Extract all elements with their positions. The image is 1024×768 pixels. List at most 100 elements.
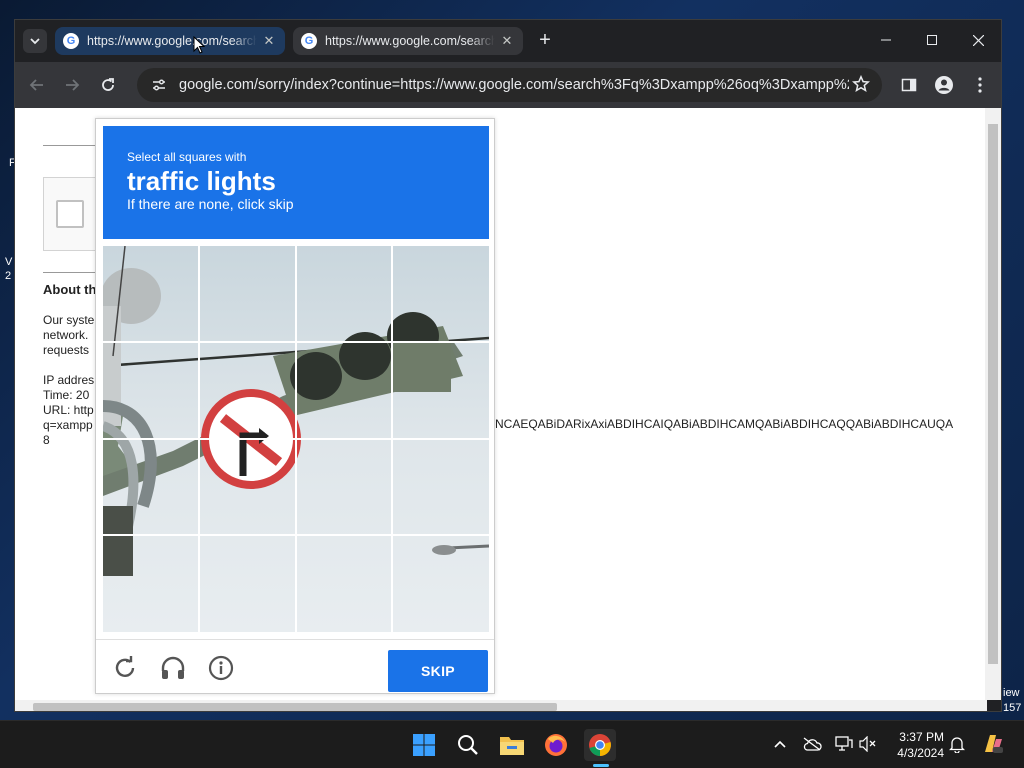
copilot-button[interactable] <box>980 731 1006 757</box>
active-app-indicator <box>593 764 609 767</box>
close-icon[interactable]: ✕ <box>261 33 277 49</box>
reload-icon <box>102 78 114 91</box>
challenge-image-grid[interactable] <box>103 246 489 632</box>
url-continuation: q=xampp <box>43 418 93 432</box>
recaptcha-checkbox[interactable] <box>56 200 84 228</box>
network-icon <box>835 736 853 751</box>
menu-button[interactable] <box>966 71 994 99</box>
network-tray[interactable] <box>833 733 855 755</box>
ip-address-label: IP addres <box>43 373 95 387</box>
copilot-icon <box>985 735 1003 753</box>
onedrive-tray[interactable] <box>801 733 823 755</box>
divider <box>43 272 103 273</box>
volume-muted-icon <box>859 736 876 752</box>
scrollbar-thumb[interactable] <box>988 124 998 664</box>
info-icon <box>208 655 234 681</box>
divider <box>43 145 103 146</box>
bookmark-star-icon[interactable] <box>851 74 871 98</box>
file-explorer-button[interactable] <box>496 729 528 761</box>
instruction-target: traffic lights <box>127 166 276 196</box>
site-info-icon[interactable] <box>149 75 169 95</box>
recaptcha-challenge: Select all squares with traffic lights I… <box>95 118 495 694</box>
close-window-button[interactable] <box>955 26 1001 54</box>
mouse-cursor-icon <box>193 36 205 54</box>
address-bar[interactable]: google.com/sorry/index?continue=https://… <box>137 68 882 102</box>
page-paragraph-line: network. <box>43 328 89 342</box>
maximize-icon <box>927 35 937 45</box>
back-button[interactable] <box>23 71 51 99</box>
challenge-footer: SKIP <box>96 639 494 695</box>
page-heading: About th <box>43 282 97 297</box>
grid-line <box>103 534 489 536</box>
show-hidden-icons-button[interactable] <box>769 733 791 755</box>
google-g-icon: G <box>63 33 79 49</box>
bell-icon <box>949 737 965 753</box>
minimize-button[interactable] <box>863 26 909 54</box>
forward-button[interactable] <box>58 71 86 99</box>
folder-icon <box>500 737 524 755</box>
reload-icon <box>115 656 135 677</box>
volume-tray[interactable] <box>857 733 879 755</box>
chevron-up-icon <box>774 740 786 748</box>
chevron-down-icon <box>30 38 40 45</box>
horizontal-scrollbar[interactable] <box>15 700 987 711</box>
browser-window: G https://www.google.com/search?q ✕ G ht… <box>14 19 1002 712</box>
long-url-text: NCAEQABiDARixAxiABDIHCAIQABiABDIHCAMQABi… <box>495 417 954 431</box>
google-g-icon: G <box>301 33 317 49</box>
info-button[interactable] <box>207 654 235 682</box>
vertical-scrollbar[interactable] <box>985 108 1001 700</box>
grid-line <box>103 438 489 440</box>
tab-title: https://www.google.com/search?q <box>325 34 495 48</box>
chrome-button[interactable] <box>584 729 616 761</box>
desktop-edge-text: 2 <box>5 270 12 282</box>
grid-line <box>103 341 489 343</box>
challenge-instructions: Select all squares with traffic lights I… <box>103 126 489 239</box>
time-label: Time: 20 <box>43 388 90 402</box>
url-text[interactable]: google.com/sorry/index?continue=https://… <box>179 77 849 93</box>
reload-challenge-button[interactable] <box>111 654 139 682</box>
reload-button[interactable] <box>94 71 122 99</box>
search-icon <box>458 735 478 755</box>
instruction-small: Select all squares with <box>127 150 247 164</box>
profile-button[interactable] <box>930 71 958 99</box>
system-clock[interactable]: 3:37 PM 4/3/2024 <box>884 729 944 761</box>
headphones-icon <box>161 656 185 679</box>
desktop-edge-text: iew <box>1003 687 1020 699</box>
side-panel-button[interactable] <box>895 71 923 99</box>
chrome-icon <box>589 734 611 756</box>
audio-challenge-button[interactable] <box>159 654 187 682</box>
clock-time: 3:37 PM <box>899 730 944 744</box>
scrollbar-thumb[interactable] <box>33 703 557 711</box>
notifications-button[interactable] <box>946 733 968 755</box>
search-button[interactable] <box>452 729 484 761</box>
start-button[interactable] <box>408 729 440 761</box>
minimize-icon <box>881 39 891 41</box>
new-tab-button[interactable]: + <box>533 29 557 53</box>
tab-strip: G https://www.google.com/search?q ✕ G ht… <box>15 20 1001 62</box>
tab-google-search-active[interactable]: G https://www.google.com/search?q ✕ <box>55 27 285 55</box>
side-panel-icon <box>901 78 917 92</box>
page-content: About th Our syste network. requests IP … <box>15 108 987 700</box>
close-icon[interactable]: ✕ <box>499 33 515 49</box>
url-tail: 8 <box>43 433 50 447</box>
kebab-menu-icon <box>978 77 982 93</box>
url-label: URL: http <box>43 403 94 417</box>
desktop-edge-text: V <box>5 256 13 268</box>
skip-button[interactable]: SKIP <box>388 650 488 692</box>
windows-logo-icon <box>413 734 435 756</box>
firefox-button[interactable] <box>540 729 572 761</box>
close-icon <box>972 34 984 46</box>
arrow-right-icon <box>66 79 80 91</box>
clock-date: 4/3/2024 <box>897 746 944 760</box>
cloud-offline-icon <box>803 737 822 751</box>
tab-google-search[interactable]: G https://www.google.com/search?q ✕ <box>293 27 523 55</box>
tab-search-button[interactable] <box>23 29 47 53</box>
tab-title: https://www.google.com/search?q <box>87 34 257 48</box>
maximize-button[interactable] <box>909 26 955 54</box>
taskbar: 3:37 PM 4/3/2024 <box>0 720 1024 768</box>
profile-icon <box>935 76 953 94</box>
recaptcha-anchor-box <box>43 177 103 251</box>
page-paragraph-line: requests <box>43 343 90 357</box>
desktop-edge-text: 157 <box>1003 702 1022 714</box>
browser-toolbar: google.com/sorry/index?continue=https://… <box>15 62 1001 108</box>
